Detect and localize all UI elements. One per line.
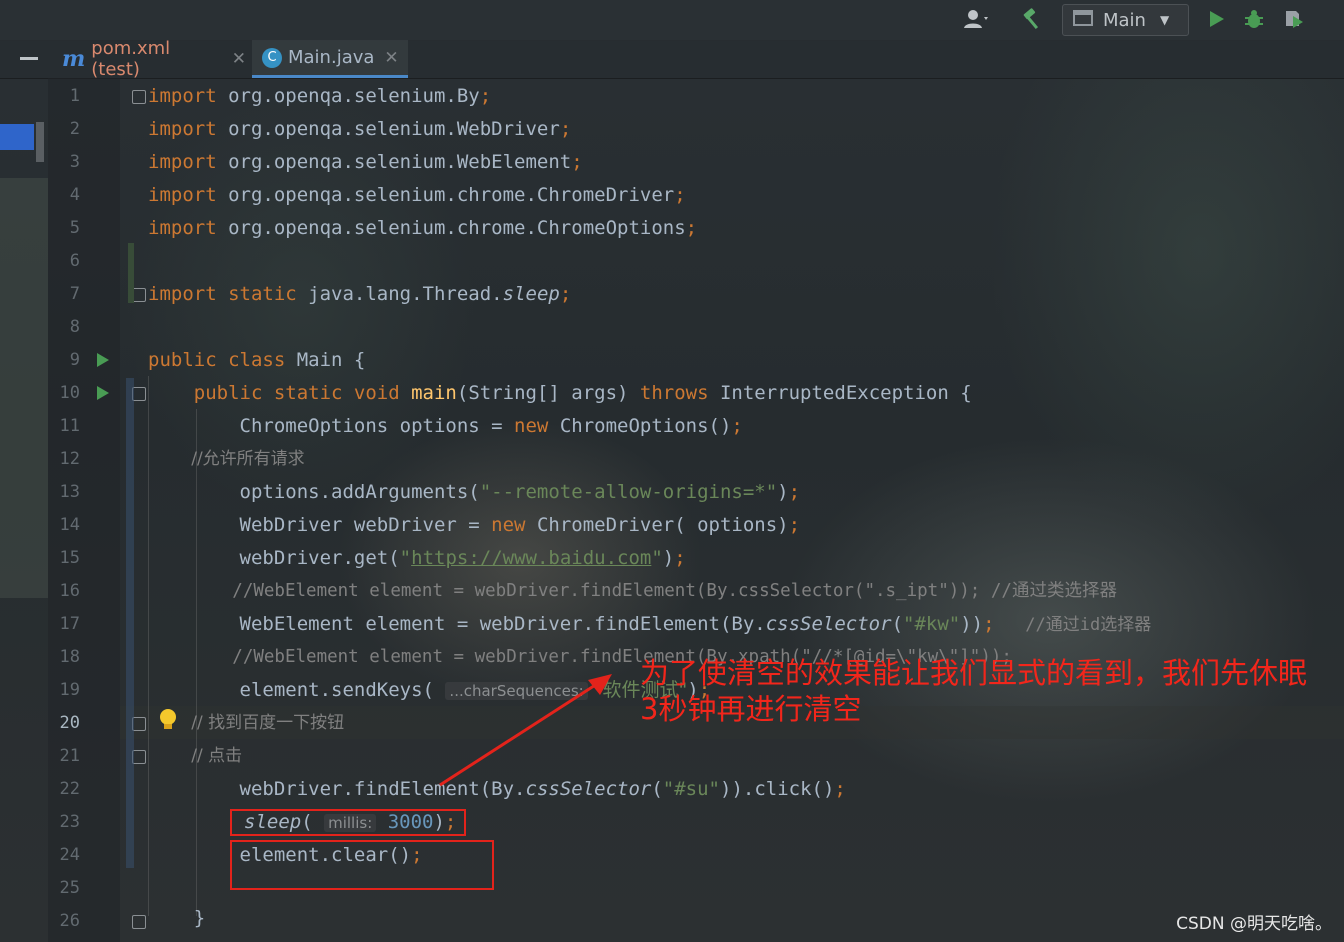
annotation-arrow	[439, 674, 612, 787]
annotation-line: 为了使清空的效果能让我们显式的看到，我们先休眠	[640, 656, 1308, 690]
watermark: CSDN @明天吃啥。	[1176, 914, 1332, 934]
annotation-line: 3秒钟再进行清空	[640, 692, 862, 726]
annotation-text: 为了使清空的效果能让我们显式的看到，我们先休眠 3秒钟再进行清空	[640, 655, 1307, 727]
